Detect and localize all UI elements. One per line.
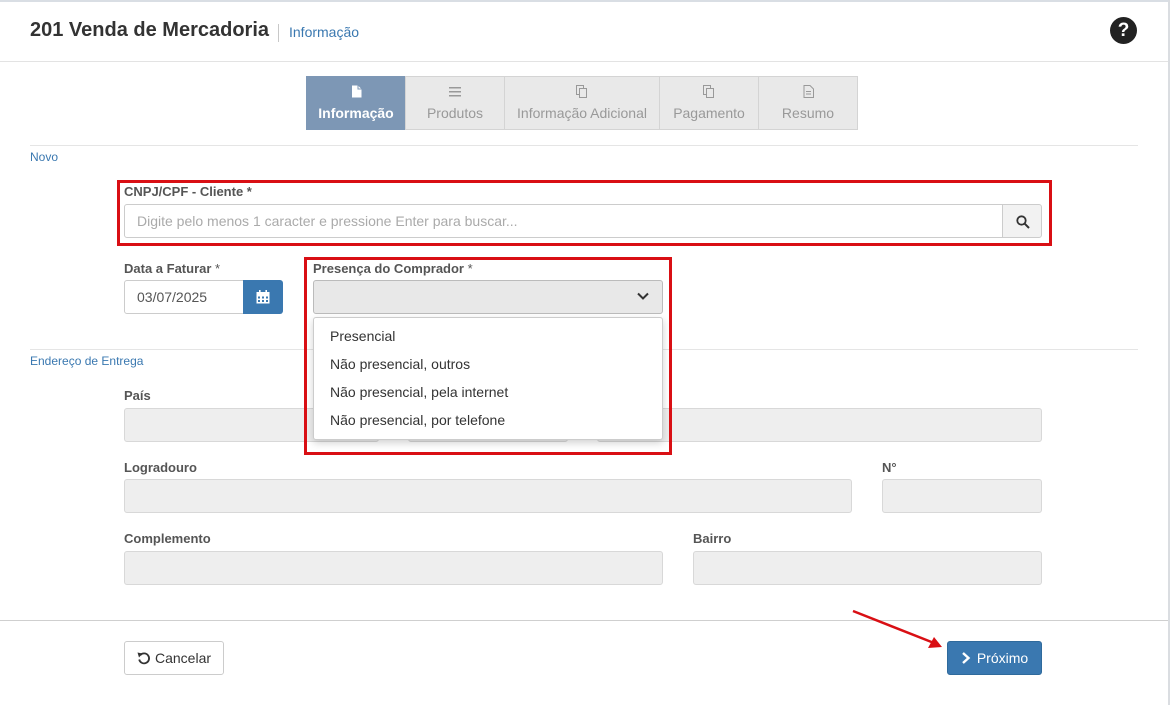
wizard-step-label: Resumo <box>781 105 835 121</box>
wizard-step-informacao-adicional[interactable]: Informação Adicional <box>504 76 660 130</box>
section-divider <box>30 145 1138 146</box>
wizard-step-informacao[interactable]: Informação <box>306 76 406 130</box>
annotation-arrow-icon <box>852 609 942 648</box>
bairro-label: Bairro <box>693 531 732 546</box>
calendar-button[interactable] <box>243 280 283 314</box>
wizard-step-produtos[interactable]: Produtos <box>405 76 505 130</box>
list-icon <box>449 85 461 101</box>
footer-divider <box>0 620 1168 621</box>
wizard-steps: Informação Produtos Informação Adicional… <box>306 76 858 130</box>
required-mark: * <box>215 261 221 276</box>
page-header: 201 Venda de Mercadoria Informação ? <box>0 2 1168 62</box>
wizard-step-resumo[interactable]: Resumo <box>758 76 858 130</box>
section-label-endereco: Endereço de Entrega <box>30 354 144 368</box>
next-button-label: Próximo <box>976 650 1029 666</box>
data-faturar-input[interactable]: 03/07/2025 <box>124 280 244 314</box>
copy-icon <box>703 85 715 101</box>
section-label-novo: Novo <box>30 150 59 164</box>
undo-icon <box>137 652 150 665</box>
highlight-box-cliente <box>117 180 1052 246</box>
cancel-button-label: Cancelar <box>154 650 212 666</box>
data-faturar-value: 03/07/2025 <box>137 289 208 305</box>
highlight-box-presenca <box>304 257 672 455</box>
title-separator <box>278 24 279 42</box>
logradouro-input[interactable] <box>124 479 852 513</box>
wizard-step-label: Informação Adicional <box>517 105 647 121</box>
numero-label: N° <box>882 460 897 475</box>
calendar-icon <box>256 290 270 304</box>
page-title: 201 Venda de Mercadoria <box>30 19 270 41</box>
next-button[interactable]: Próximo <box>947 641 1042 675</box>
cancel-button[interactable]: Cancelar <box>124 641 224 675</box>
pais-label: País <box>124 388 151 403</box>
bairro-input[interactable] <box>693 551 1042 585</box>
data-faturar-label-text: Data a Faturar <box>124 261 212 276</box>
wizard-step-label: Produtos <box>426 105 484 121</box>
wizard-step-pagamento[interactable]: Pagamento <box>659 76 759 130</box>
wizard-step-label: Informação <box>318 105 394 121</box>
file-text-icon <box>803 85 814 101</box>
numero-input[interactable] <box>882 479 1042 513</box>
logradouro-label: Logradouro <box>124 460 197 475</box>
question-circle-icon[interactable]: ? <box>1110 17 1137 44</box>
wizard-step-label: Pagamento <box>673 105 745 121</box>
file-icon <box>351 85 362 101</box>
complemento-label: Complemento <box>124 531 211 546</box>
page-subtitle: Informação <box>289 24 360 40</box>
complemento-input[interactable] <box>124 551 663 585</box>
copy-icon <box>576 85 588 101</box>
chevron-right-icon <box>962 652 971 664</box>
data-faturar-label: Data a Faturar * <box>124 261 220 276</box>
